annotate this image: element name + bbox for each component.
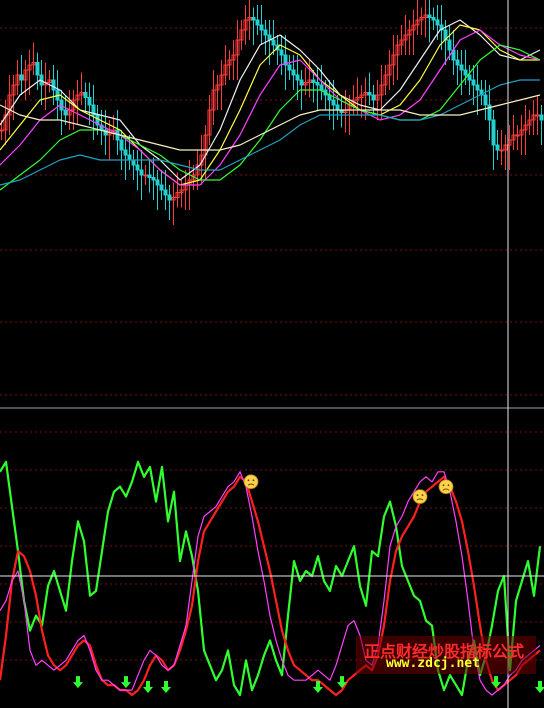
watermark-url: www.zdcj.net (386, 656, 480, 671)
candle-body (495, 144, 500, 151)
candle-body (159, 184, 164, 191)
candle-body (167, 194, 172, 201)
candle-body (63, 109, 68, 116)
candle-body (131, 159, 136, 166)
candle-body (51, 79, 56, 91)
candle-body (447, 39, 452, 51)
candle-body (367, 92, 372, 96)
candle-body (259, 24, 264, 31)
candle-body (151, 177, 156, 181)
candle-body (499, 149, 504, 152)
warning-face-icon (412, 489, 428, 505)
candle-body (0, 129, 4, 132)
candle-body (295, 74, 300, 81)
candle-body (251, 17, 256, 21)
candle-body (123, 149, 128, 156)
candle-body (279, 49, 284, 56)
face-eye (416, 494, 419, 497)
candle-body (463, 69, 468, 76)
candle-body (139, 169, 144, 176)
face-eye (421, 494, 424, 497)
down-arrow-icon (491, 676, 501, 689)
candle-body (475, 84, 480, 91)
candle-body (455, 59, 460, 66)
down-arrow-icon (535, 681, 544, 694)
candle-body (263, 29, 268, 36)
candle-body (539, 114, 544, 121)
candle-body (515, 134, 520, 137)
candle-body (127, 154, 132, 161)
face-eye (247, 479, 250, 482)
candle-body (35, 62, 40, 76)
candle-body (119, 139, 124, 151)
down-arrow-icon (143, 681, 153, 694)
candle-body (299, 79, 304, 86)
candle-body (291, 69, 296, 76)
candle-body (19, 74, 24, 81)
warning-face-icon (438, 479, 454, 495)
candle-body (319, 84, 324, 91)
candle-body (163, 189, 168, 196)
candle-body (427, 14, 432, 18)
price-candles (0, 0, 544, 225)
crosshair-cursor[interactable] (0, 0, 544, 708)
candle-body (431, 17, 436, 21)
candle-body (331, 99, 336, 106)
candle-body (271, 39, 276, 46)
candle-body (315, 82, 320, 86)
face-eye (442, 484, 445, 487)
candle-body (467, 74, 472, 81)
warning-face-icons (243, 474, 454, 505)
face-eye (447, 484, 450, 487)
candle-body (371, 94, 376, 101)
candle-body (435, 19, 440, 26)
candle-body (143, 174, 148, 177)
face-eye (252, 479, 255, 482)
down-arrow-icon (121, 676, 131, 689)
down-arrow-icon (73, 676, 83, 689)
candle-body (483, 94, 488, 106)
candle-body (311, 79, 316, 83)
candle-body (255, 19, 260, 26)
candle-body (335, 104, 340, 111)
candle-body (155, 179, 160, 186)
candle-body (535, 114, 540, 117)
candle-body (471, 79, 476, 86)
candle-body (147, 174, 152, 178)
candle-body (491, 119, 496, 146)
down-arrow-icon (161, 681, 171, 694)
candle-body (135, 164, 140, 171)
candle-body (459, 64, 464, 71)
candle-body (287, 64, 292, 71)
warning-face-icon (243, 474, 259, 490)
candle-body (83, 92, 88, 98)
candle-body (87, 97, 92, 106)
stock-chart (0, 0, 544, 708)
moving-average-line (0, 44, 541, 191)
